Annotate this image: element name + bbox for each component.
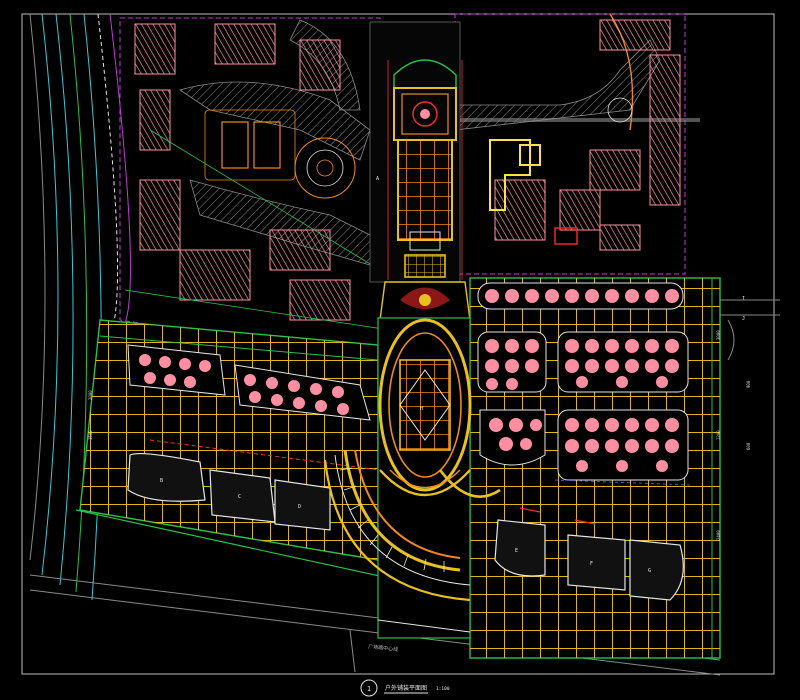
zone-label-a: A	[376, 176, 379, 182]
right-paving-block: E F G 3000 1200 2400	[469, 277, 721, 659]
entrance-plaza	[379, 281, 471, 321]
zone-label-i: I	[742, 296, 745, 302]
zone-label-g: G	[648, 568, 651, 574]
zone-label-j: J	[742, 316, 745, 322]
zone-label-e: E	[515, 548, 518, 554]
dimension-1: 2000	[88, 390, 93, 400]
zone-label-c: C	[238, 494, 241, 500]
zone-label-d: D	[298, 504, 301, 510]
central-axis: A	[369, 21, 463, 283]
dimension-3: 3000	[716, 330, 721, 340]
zone-label-b: B	[160, 478, 163, 484]
dimension-2: 1500	[88, 430, 93, 440]
dimension-5: 2400	[716, 530, 721, 540]
zone-label-h: H	[420, 406, 423, 412]
drawing-title: 户外铺装平面图	[385, 684, 427, 692]
drawing-number: 1	[367, 685, 371, 693]
title-block: 1 户外铺装平面图 1:100	[360, 679, 450, 697]
drawing-scale: 1:100	[436, 686, 450, 692]
dimension-6: 900	[746, 380, 751, 388]
dimension-7: 600	[746, 442, 751, 450]
dimension-4: 1200	[716, 430, 721, 440]
zone-label-f: F	[590, 561, 593, 567]
cad-drawing-canvas: 广场路中心线 A B C D 2000 1500 E F G 3000 1200…	[21, 13, 780, 697]
